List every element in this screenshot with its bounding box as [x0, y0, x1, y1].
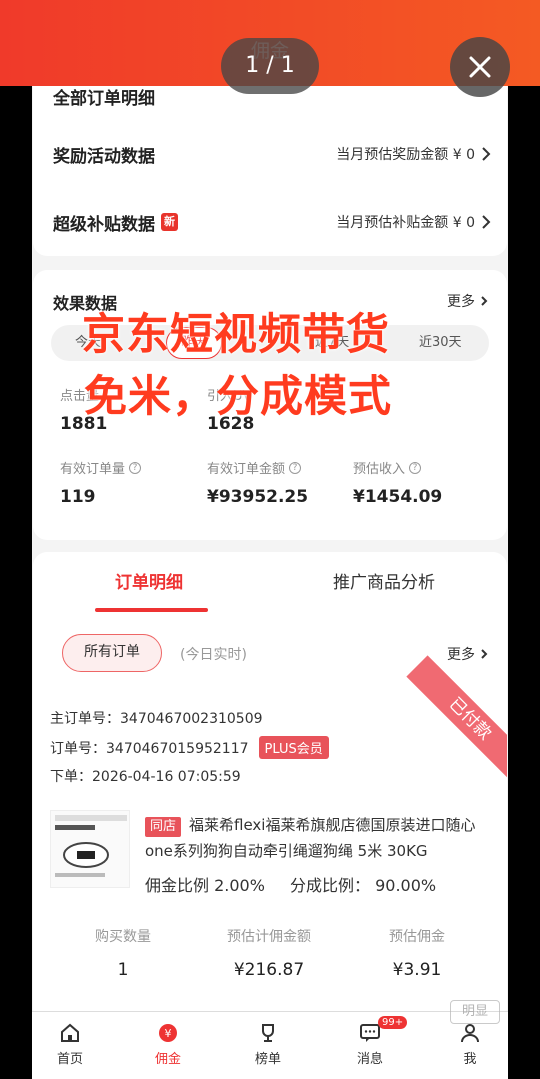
message-count-badge: 99+ [378, 1016, 408, 1029]
nav-ranking[interactable]: 榜单 [238, 1022, 298, 1067]
plus-member-badge: PLUS会员 [258, 736, 329, 759]
chevron-right-icon [481, 649, 488, 659]
product-title[interactable]: 同店 福莱希flexi福莱希旗舰店德国原装进口随心one系列狗狗自动牵引绳遛狗绳 … [145, 812, 500, 864]
chevron-right-icon [481, 296, 488, 306]
chevron-right-icon [482, 147, 491, 161]
reward-amount: 当月预估奖励金额 ¥ 0 [336, 147, 475, 163]
metric-valid-orders: 有效订单量? 119 [60, 458, 142, 507]
realtime-note: (今日实时) [180, 647, 247, 663]
nav-me[interactable]: 我 [440, 1022, 500, 1067]
same-store-tag: 同店 [145, 817, 182, 837]
tab-product-analysis[interactable]: 推广商品分析 [333, 568, 435, 593]
stat-commission-base: 预估计佣金额 ¥216.87 [227, 929, 311, 980]
metric-order-amount: 有效订单金额? ¥93952.25 [207, 461, 309, 507]
stat-quantity: 购买数量 1 [95, 929, 151, 980]
subsidy-amount: 当月预估补贴金额 ¥ 0 [336, 215, 475, 231]
all-orders-filter[interactable]: 所有订单 [62, 634, 162, 672]
nav-commission[interactable]: ¥ 佣金 [138, 1022, 198, 1067]
orders-more-link[interactable]: 更多 [447, 644, 489, 664]
trophy-icon [262, 1024, 274, 1042]
chevron-right-icon [482, 215, 491, 229]
status-ribbon: 已付款 [406, 655, 507, 783]
order-number: 订单号：3470467015952117 PLUS会员 [50, 736, 329, 759]
orders-card: 订单明细 推广商品分析 所有订单 (今日实时) 更多 已付款 主订单号：3470… [33, 552, 507, 1022]
stat-estimated-commission: 预估佣金 ¥3.91 [389, 929, 445, 980]
row-all-orders-label: 全部订单明细 [53, 88, 155, 109]
bottom-navigation: 首页 ¥ 佣金 榜单 消息 99+ 我 [32, 1011, 508, 1079]
tab-30-days[interactable]: 近30天 [419, 325, 462, 361]
product-image[interactable] [50, 810, 130, 888]
main-order-number: 主订单号：3470467002310509 [50, 711, 263, 727]
row-reward-activity[interactable]: 奖励活动数据 当月预估奖励金额 ¥ 0 [53, 134, 491, 174]
effect-more-link[interactable]: 更多 [447, 291, 489, 311]
profile-icon [461, 1024, 479, 1043]
row-super-subsidy-label: 超级补贴数据 [53, 214, 155, 235]
metric-estimated-income: 预估收入? ¥1454.09 [353, 461, 443, 507]
help-icon[interactable]: ? [289, 461, 302, 474]
commission-rate: 佣金比例 2.00% 分成比例： 90.00% [145, 876, 437, 895]
yen-icon: ¥ [159, 1024, 177, 1042]
row-super-subsidy[interactable]: 超级补贴数据 新 当月预估补贴金额 ¥ 0 [53, 202, 491, 242]
active-tab-underline [95, 608, 208, 612]
row-reward-activity-label: 奖励活动数据 [53, 146, 155, 167]
new-badge: 新 [161, 213, 178, 231]
overlay-caption-line-2: 免米，分成模式 [84, 372, 392, 422]
share-rate: 分成比例： 90.00% [290, 876, 437, 895]
nav-messages[interactable]: 消息 99+ [340, 1016, 408, 1067]
watermark-logo: 明显 [450, 1000, 500, 1024]
product-thumbnail-icon [55, 815, 127, 877]
order-time: 下单：2026-04-16 07:05:59 [50, 769, 241, 785]
help-icon[interactable]: ? [409, 461, 422, 474]
svg-text:¥: ¥ [165, 1027, 172, 1040]
overlay-caption-line-1: 京东短视频带货 [82, 310, 390, 360]
help-icon[interactable]: ? [129, 461, 142, 474]
close-icon [469, 56, 491, 78]
nav-home[interactable]: 首页 [40, 1022, 100, 1067]
close-button[interactable] [450, 37, 510, 97]
tab-order-details[interactable]: 订单明细 [115, 568, 183, 593]
image-page-indicator: 1 / 1 [221, 38, 319, 94]
home-icon [61, 1023, 79, 1042]
